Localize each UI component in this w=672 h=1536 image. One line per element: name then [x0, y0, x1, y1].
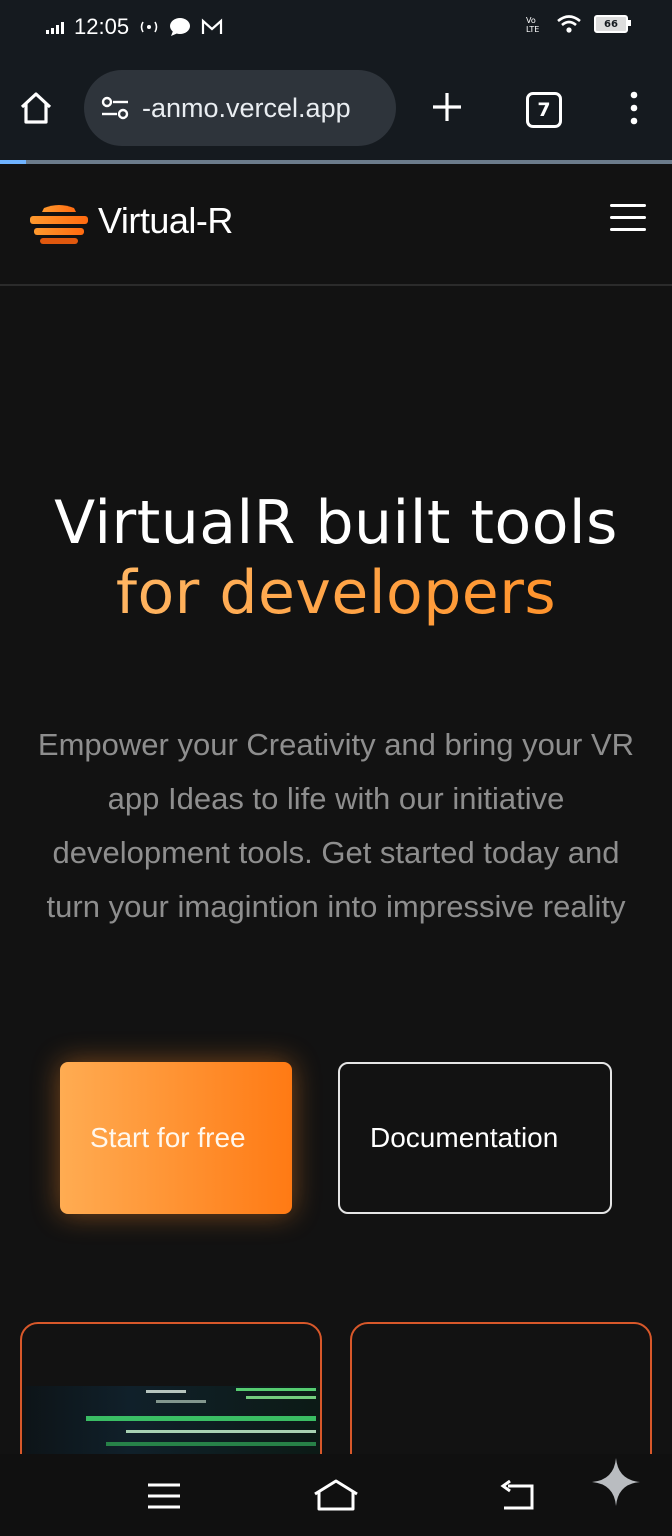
brand-name[interactable]: Virtual-R [98, 200, 233, 242]
svg-text:LTE: LTE [526, 25, 539, 34]
home-icon[interactable] [18, 90, 54, 126]
back-nav-icon[interactable] [498, 1480, 538, 1512]
status-time: 12:05 [74, 14, 130, 39]
virtual-r-logo-icon[interactable] [26, 202, 92, 246]
new-tab-plus-icon[interactable] [430, 90, 464, 124]
hero-title: VirtualR built tools for developers [0, 488, 672, 628]
hotspot-icon [140, 21, 158, 33]
svg-text:Vo: Vo [526, 16, 536, 25]
chat-icon [170, 18, 191, 36]
status-bar: 12:05 Vo LTE 66 [0, 0, 672, 56]
mail-icon [201, 18, 223, 34]
sparkle-icon[interactable] [590, 1456, 642, 1508]
site-header: Virtual-R [0, 164, 672, 286]
browser-toolbar: -anmo.vercel.app 7 [0, 56, 672, 160]
volte-icon: VoLTE [526, 16, 539, 34]
battery-level: 66 [604, 18, 618, 30]
tabs-button[interactable]: 7 [526, 92, 562, 128]
recent-apps-menu-icon[interactable] [146, 1482, 182, 1510]
home-nav-icon[interactable] [312, 1478, 360, 1512]
documentation-button[interactable]: Documentation [338, 1062, 612, 1214]
url-text[interactable]: -anmo.vercel.app [142, 93, 351, 124]
signal-icon [46, 20, 64, 34]
start-for-free-button[interactable]: Start for free [60, 1062, 292, 1214]
battery-icon: 66 [594, 15, 631, 33]
hero-title-line1: VirtualR built tools [54, 488, 618, 558]
hero-title-accent: for developers [0, 558, 672, 628]
address-bar[interactable]: -anmo.vercel.app [84, 70, 396, 146]
more-vert-icon[interactable] [626, 90, 642, 126]
site-settings-icon[interactable] [98, 93, 132, 123]
hero-description: Empower your Creativity and bring your V… [37, 727, 635, 924]
menu-icon[interactable] [610, 204, 646, 234]
system-navigation-bar [0, 1454, 672, 1536]
wifi-icon [557, 15, 581, 33]
